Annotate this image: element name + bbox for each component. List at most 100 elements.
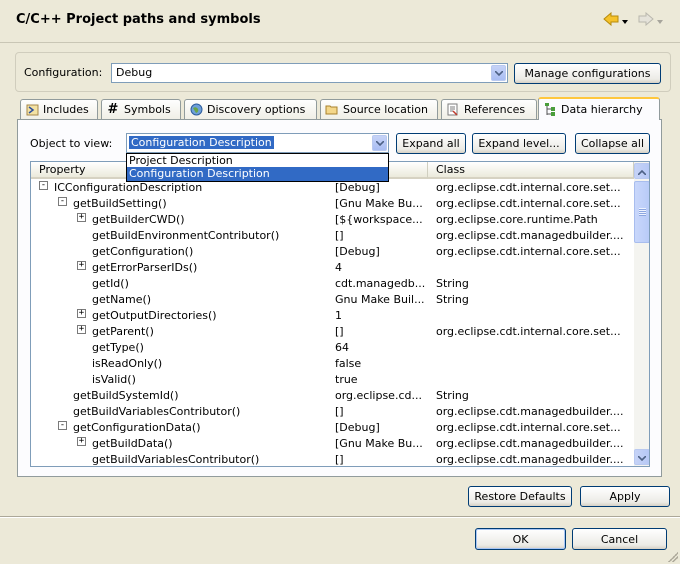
collapse-all-button[interactable]: Collapse all [575,133,650,154]
collapse-icon[interactable]: - [58,421,67,430]
tree-row[interactable]: getName() Gnu Make Buil... String [31,292,634,308]
tree-rows: - ICConfigurationDescription [Debug] org.ec… [31,180,634,466]
apply-button[interactable]: Apply [580,486,670,507]
property-name: getParent() [92,325,154,338]
tab-includes[interactable]: Includes [20,99,98,119]
collapse-icon[interactable]: - [39,181,48,190]
property-class: String [436,389,469,402]
column-header-class[interactable]: Class [428,162,634,179]
vertical-scrollbar[interactable] [634,162,649,466]
property-name: getBuildVariablesContributor() [92,453,260,466]
tree-row[interactable]: - getBuildSetting() [Gnu Make Bu... org.ecl… [31,196,634,212]
dropdown-option[interactable]: Project Description [127,154,388,167]
object-to-view-dropdown[interactable]: Project Description Configuration Descri… [126,153,389,182]
chevron-down-icon [637,451,647,464]
object-to-view-label: Object to view: [30,137,113,150]
property-value: [] [335,453,344,466]
scroll-up-button[interactable] [634,163,649,179]
restore-defaults-button[interactable]: Restore Defaults [468,486,572,507]
expand-icon[interactable]: + [77,261,86,270]
property-class: org.eclipse.cdt.internal.core.set... [436,245,621,258]
ok-button[interactable]: OK [475,528,566,550]
hierarchy-icon [543,102,557,117]
manage-configurations-button[interactable]: Manage configurations [514,63,661,84]
property-value: true [335,373,358,386]
property-value: [] [335,405,344,418]
expand-icon[interactable]: + [77,213,86,222]
tree-row[interactable]: isReadOnly() false [31,356,634,372]
property-name: getConfiguration() [92,245,194,258]
configuration-select[interactable]: Debug [111,63,508,83]
tree-row[interactable]: getBuildEnvironmentContributor() [] org.ec… [31,228,634,244]
tree-row[interactable]: + getErrorParserIDs() 4 [31,260,634,276]
property-value: 1 [335,309,342,322]
property-name: getConfigurationData() [73,421,201,434]
tree-row[interactable]: getConfiguration() [Debug] org.eclipse.cdt… [31,244,634,260]
property-value: [] [335,325,344,338]
folder-icon [325,103,339,117]
tab-symbols[interactable]: # Symbols [101,99,181,119]
expand-level-button[interactable]: Expand level... [472,133,566,154]
dialog-header: C/C++ Project paths and symbols [0,0,680,43]
property-value: [] [335,229,344,242]
tab-references[interactable]: References [441,99,537,119]
back-button[interactable] [603,11,629,29]
property-class: org.eclipse.cdt.internal.core.set... [436,325,621,338]
tree-row[interactable]: getBuildVariablesContributor() [] org.ecli… [31,404,634,420]
property-name: getType() [92,341,144,354]
back-arrow-icon [603,11,619,29]
property-name: isValid() [92,373,136,386]
tab-label: References [464,103,526,116]
property-name: getBuildSystemId() [73,389,179,402]
scroll-down-button[interactable] [634,449,649,465]
chevron-up-icon [637,165,647,178]
forward-button[interactable] [638,11,664,28]
property-name: isReadOnly() [92,357,163,370]
configuration-value: Debug [116,66,153,79]
property-class: org.eclipse.cdt.managedbuilder.... [436,437,624,450]
chevron-down-icon [622,14,628,27]
chevron-down-icon [491,65,506,81]
property-class: org.eclipse.cdt.internal.core.set... [436,181,621,194]
tree-row[interactable]: - getConfigurationData() [Debug] org.eclips… [31,420,634,436]
property-name: getBuilderCWD() [92,213,185,226]
footer-divider [0,516,680,518]
tab-label: Discovery options [207,103,306,116]
resize-grip-icon[interactable] [668,552,678,562]
tree-row[interactable]: getType() 64 [31,340,634,356]
tree-row[interactable]: + getParent() [] org.eclipse.cdt.internal.c… [31,324,634,340]
page-title: C/C++ Project paths and symbols [16,12,261,27]
tree-row[interactable]: + getOutputDirectories() 1 [31,308,634,324]
tree-row[interactable]: - ICConfigurationDescription [Debug] org.ec… [31,180,634,196]
tab-label: Symbols [124,103,171,116]
configuration-label: Configuration: [24,66,103,79]
tree-row[interactable]: getId() cdt.managedb... String [31,276,634,292]
expand-icon[interactable]: + [77,309,86,318]
object-to-view-select[interactable]: Configuration Description [126,133,389,153]
property-name: ICConfigurationDescription [54,181,203,194]
tab-source-location[interactable]: Source location [320,99,438,119]
tree-row[interactable]: getBuildVariablesContributor() [] org.ecli… [31,452,634,466]
cancel-button[interactable]: Cancel [572,528,667,550]
tree-row[interactable]: getBuildSystemId() org.eclipse.cd... Strin… [31,388,634,404]
property-name: getName() [92,293,152,306]
expand-all-button[interactable]: Expand all [396,133,466,154]
tree-row[interactable]: + getBuilderCWD() [${workspace... org.eclip… [31,212,634,228]
dropdown-option-selected[interactable]: Configuration Description [127,167,388,181]
expand-icon[interactable]: + [77,325,86,334]
property-value: Gnu Make Buil... [335,293,425,306]
property-name: getBuildEnvironmentContributor() [92,229,280,242]
property-value: [Debug] [335,181,380,194]
tab-discovery-options[interactable]: Discovery options [184,99,317,119]
expand-icon[interactable]: + [77,437,86,446]
tree-row[interactable]: + getBuildData() [Gnu Make Bu... org.eclips… [31,436,634,452]
tab-data-hierarchy[interactable]: Data hierarchy [538,97,660,120]
scroll-thumb[interactable] [634,181,649,243]
property-tree-table[interactable]: Property Class - ICConfigurationDescripti… [30,161,650,467]
property-name: getErrorParserIDs() [92,261,198,274]
property-name: getBuildSetting() [73,197,167,210]
tree-row[interactable]: isValid() true [31,372,634,388]
property-value: org.eclipse.cd... [335,389,422,402]
collapse-icon[interactable]: - [58,197,67,206]
property-value: [${workspace... [335,213,423,226]
